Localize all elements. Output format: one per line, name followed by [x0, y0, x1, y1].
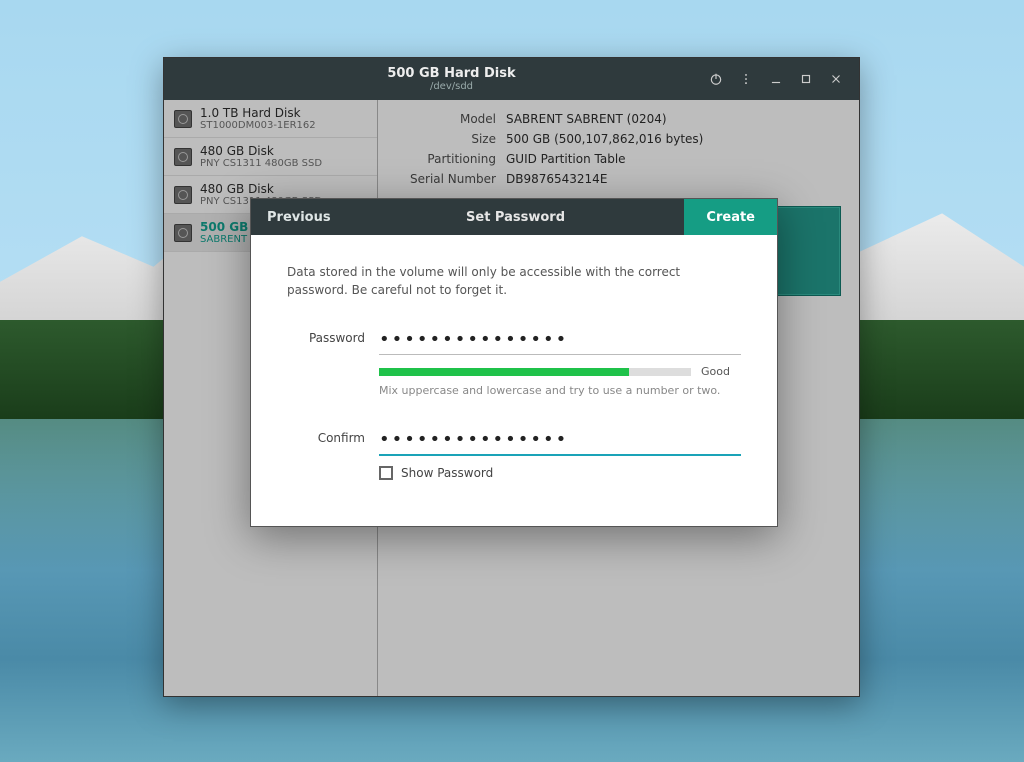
password-strength-label: Good	[701, 365, 741, 378]
dialog-title: Set Password	[347, 210, 685, 225]
checkbox-icon	[379, 466, 393, 480]
set-password-dialog: Previous Set Password Create Data stored…	[250, 198, 778, 527]
confirm-input[interactable]	[379, 427, 741, 456]
password-input[interactable]	[379, 327, 741, 355]
password-strength-fill	[379, 368, 629, 376]
show-password-label: Show Password	[401, 466, 493, 480]
dialog-description: Data stored in the volume will only be a…	[287, 263, 741, 299]
previous-button[interactable]: Previous	[251, 199, 347, 235]
password-strength-bar	[379, 368, 691, 376]
confirm-label: Confirm	[287, 427, 379, 445]
create-button[interactable]: Create	[684, 199, 777, 235]
password-label: Password	[287, 327, 379, 345]
show-password-toggle[interactable]: Show Password	[379, 466, 741, 480]
dialog-header: Previous Set Password Create	[251, 199, 777, 235]
password-tip: Mix uppercase and lowercase and try to u…	[379, 384, 741, 397]
